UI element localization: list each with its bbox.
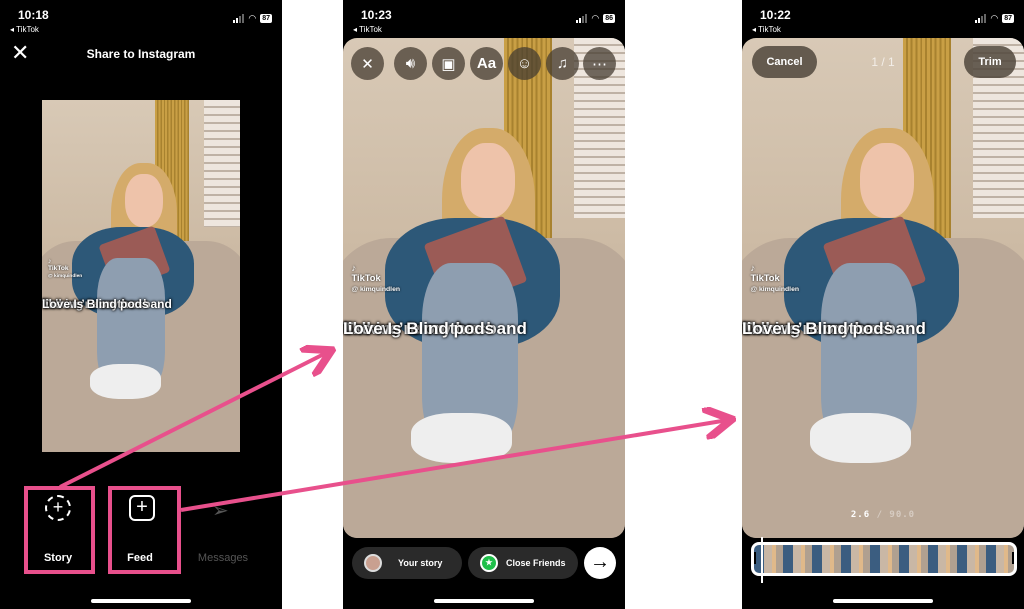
annotation-arrows [59,0,1024,512]
story-arrow [59,352,328,489]
feed-arrow [180,420,728,512]
